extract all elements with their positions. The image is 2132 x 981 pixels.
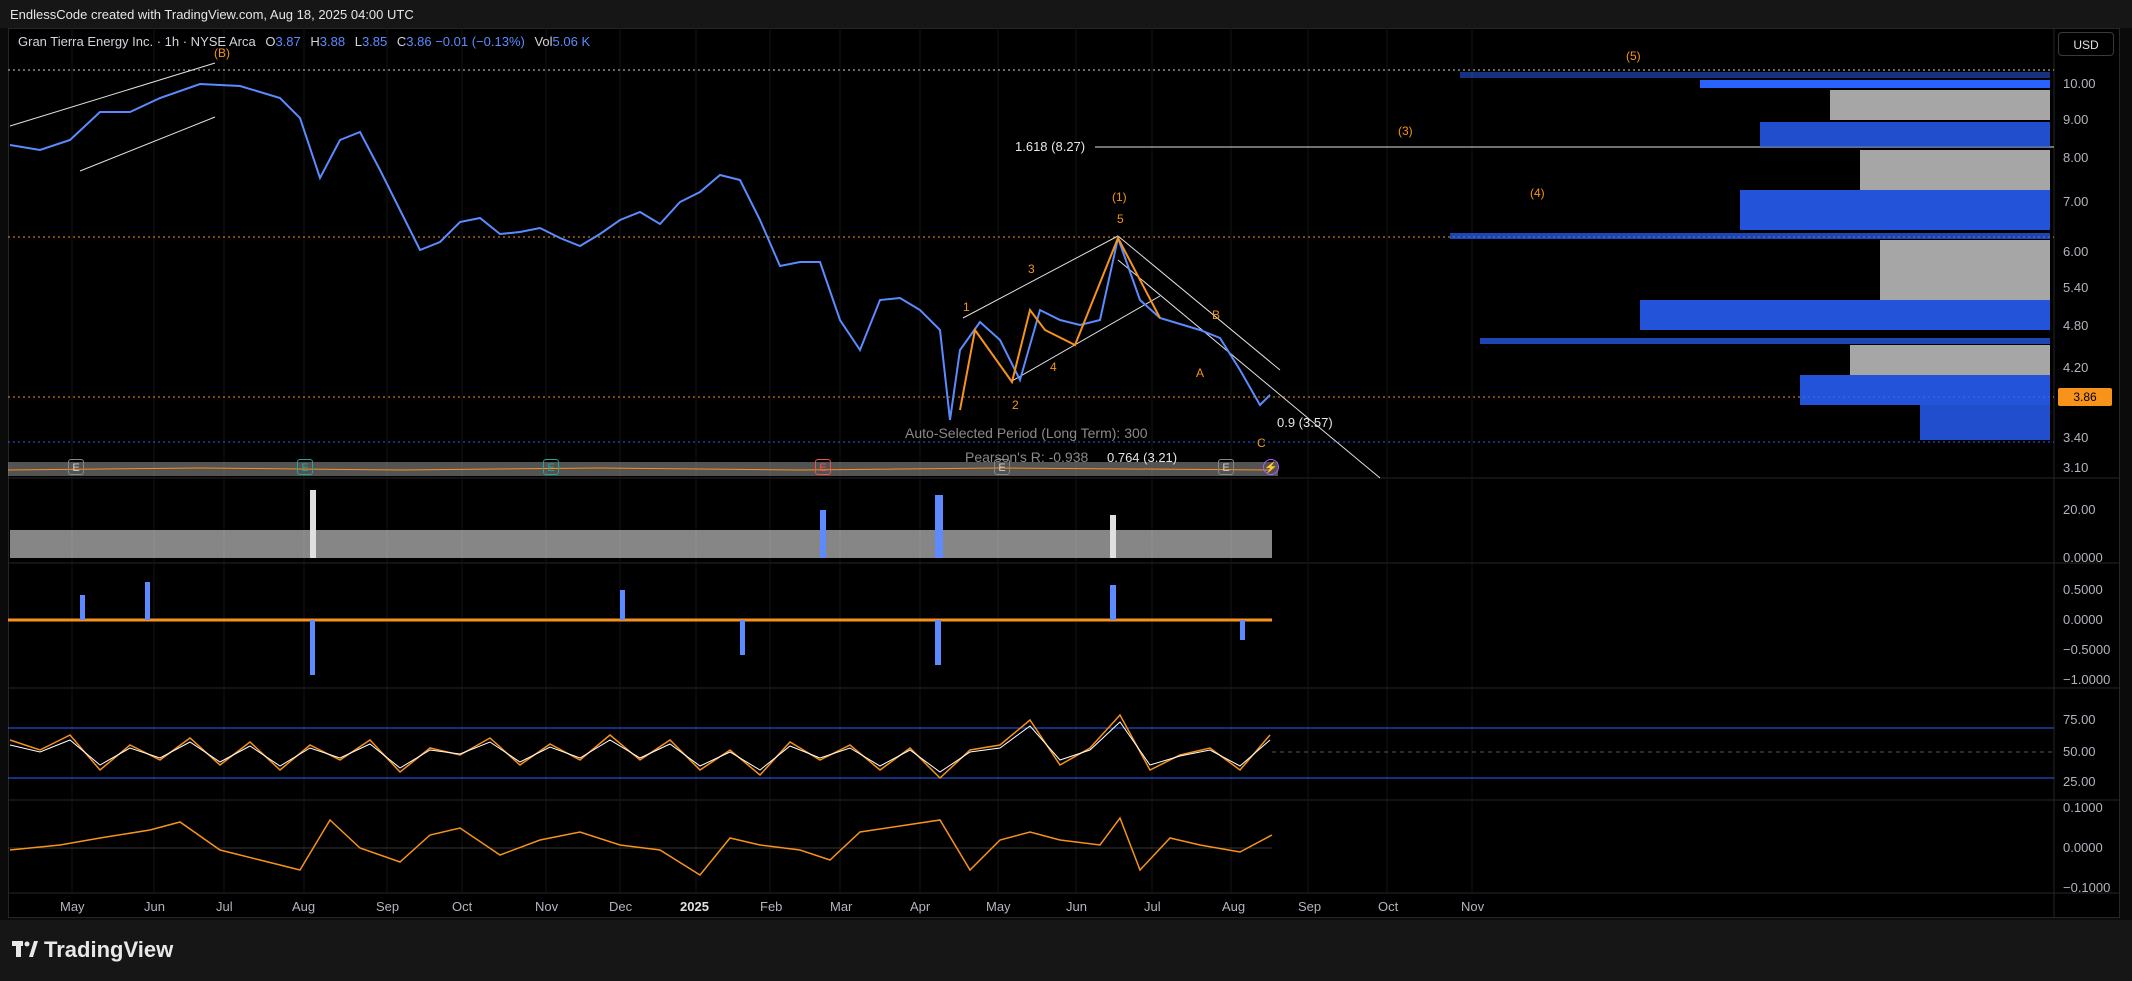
price-axis-label: 6.00 — [2063, 244, 2089, 259]
time-axis-label: Apr — [910, 899, 931, 914]
subwave-label-4: 4 — [1050, 360, 1057, 374]
time-axis-label-year: 2025 — [680, 899, 709, 914]
time-axis-label: Sep — [1298, 899, 1322, 914]
subwave-label-3: 3 — [1028, 262, 1035, 276]
subwave-label-1: 1 — [963, 300, 970, 314]
price-axis-label: 4.80 — [2063, 318, 2089, 333]
lightning-event-icon[interactable]: ⚡ — [1263, 459, 1279, 475]
volume-label: Vol — [534, 34, 553, 49]
wave-label-3: (3) — [1398, 124, 1413, 138]
wave-path — [959, 235, 1161, 411]
earnings-event-marker[interactable]: E — [994, 459, 1010, 475]
wave-label-1: (1) — [1112, 190, 1127, 204]
change-value: −0.01 (−0.13%) — [435, 34, 525, 49]
time-axis-label: Jul — [216, 899, 233, 914]
rsi-line — [9, 713, 1271, 780]
wave-label-5: (5) — [1626, 49, 1641, 63]
pane3-axis-label: 0.5000 — [2063, 582, 2103, 597]
time-axis-label: May — [986, 899, 1011, 914]
time-axis-label: Jun — [1066, 899, 1087, 914]
fib-0764-label: 0.764 (3.21) — [1107, 450, 1178, 465]
high-value: 3.88 — [319, 34, 346, 49]
pearson-label: Pearson's R: -0.938 — [965, 449, 1089, 465]
fib-extension-label: 1.618 (8.27) — [1015, 139, 1086, 154]
low-value: 3.85 — [361, 34, 388, 49]
pane2-axis-label: 20.00 — [2063, 502, 2096, 517]
pane5-line — [9, 816, 1273, 876]
earnings-event-marker[interactable]: E — [543, 459, 559, 475]
symbol-legend[interactable]: Gran Tierra Energy Inc. · 1h · NYSE Arca… — [18, 34, 590, 49]
earnings-event-marker[interactable]: E — [1218, 459, 1234, 475]
pane3-axis-label: −0.5000 — [2063, 642, 2111, 657]
open-label: O — [265, 34, 276, 49]
time-axis-label: Oct — [1378, 899, 1399, 914]
pane5-axis-label: 0.1000 — [2063, 800, 2103, 815]
time-axis-label: Jul — [1144, 899, 1161, 914]
auto-period-label: Auto-Selected Period (Long Term): 300 — [905, 425, 1148, 441]
wave-label-4: (4) — [1530, 186, 1545, 200]
wave-label-b: B — [1212, 308, 1221, 322]
time-axis-label: Aug — [292, 899, 316, 914]
time-axis-label: Jun — [144, 899, 165, 914]
pane2-histogram — [10, 490, 1272, 558]
time-axis-label: Mar — [830, 899, 853, 914]
fib-09-label: 0.9 (3.57) — [1277, 415, 1333, 430]
pane5-axis-label: −0.1000 — [2063, 880, 2111, 895]
time-axis-label: May — [60, 899, 85, 914]
pane2-axis-label: 0.0000 — [2063, 550, 2103, 565]
wave-label-a: A — [1196, 366, 1205, 380]
currency-button[interactable]: USD — [2058, 32, 2114, 56]
time-axis-label: Feb — [760, 899, 783, 914]
volume-profile — [1450, 72, 2050, 440]
pane3-axis-label: −1.0000 — [2063, 672, 2111, 687]
price-line — [9, 82, 1271, 421]
pane4-axis-label: 50.00 — [2063, 744, 2096, 759]
price-axis-label: 4.20 — [2063, 360, 2089, 375]
earnings-event-marker[interactable]: E — [815, 459, 831, 475]
footer — [0, 920, 2132, 981]
price-axis-label: 3.10 — [2063, 460, 2089, 475]
earnings-event-marker[interactable]: E — [297, 459, 313, 475]
price-axis-label: 7.00 — [2063, 194, 2089, 209]
trend-lines — [9, 62, 1381, 479]
price-axis-label: 10.00 — [2063, 76, 2096, 91]
pane4-axis-label: 75.00 — [2063, 712, 2096, 727]
price-axis-label: 9.00 — [2063, 112, 2089, 127]
close-label: C — [396, 34, 407, 49]
tradingview-logo-icon — [12, 941, 38, 957]
time-axis-label: Oct — [452, 899, 473, 914]
volume-value: 5.06 K — [552, 34, 591, 49]
last-price-tag: 3.86 — [2058, 388, 2112, 406]
time-axis-label: Nov — [535, 899, 559, 914]
price-axis-label: 5.40 — [2063, 280, 2089, 295]
pane3-histogram — [80, 582, 1245, 675]
time-axis-label: Sep — [376, 899, 400, 914]
time-grid — [71, 28, 1473, 893]
tradingview-brand[interactable]: TradingView — [44, 937, 173, 963]
earnings-event-marker[interactable]: E — [68, 459, 84, 475]
open-value: 3.87 — [275, 34, 301, 49]
wave-label-c: C — [1257, 436, 1266, 450]
pane5-axis-label: 0.0000 — [2063, 840, 2103, 855]
subwave-label-2: 2 — [1012, 398, 1019, 412]
subwave-label-5: 5 — [1117, 212, 1124, 226]
pane3-axis-label: 0.0000 — [2063, 612, 2103, 627]
price-axis-label: 3.40 — [2063, 430, 2089, 445]
time-axis-label: Aug — [1222, 899, 1246, 914]
pane4-axis-label: 25.00 — [2063, 774, 2096, 789]
time-axis-label: Nov — [1461, 899, 1485, 914]
time-axis-label: Dec — [609, 899, 633, 914]
wave-label-b-top: (B) — [214, 46, 230, 60]
high-label: H — [310, 34, 320, 49]
low-label: L — [354, 34, 362, 49]
close-value: 3.86 — [406, 34, 432, 49]
price-axis-label: 8.00 — [2063, 150, 2089, 165]
